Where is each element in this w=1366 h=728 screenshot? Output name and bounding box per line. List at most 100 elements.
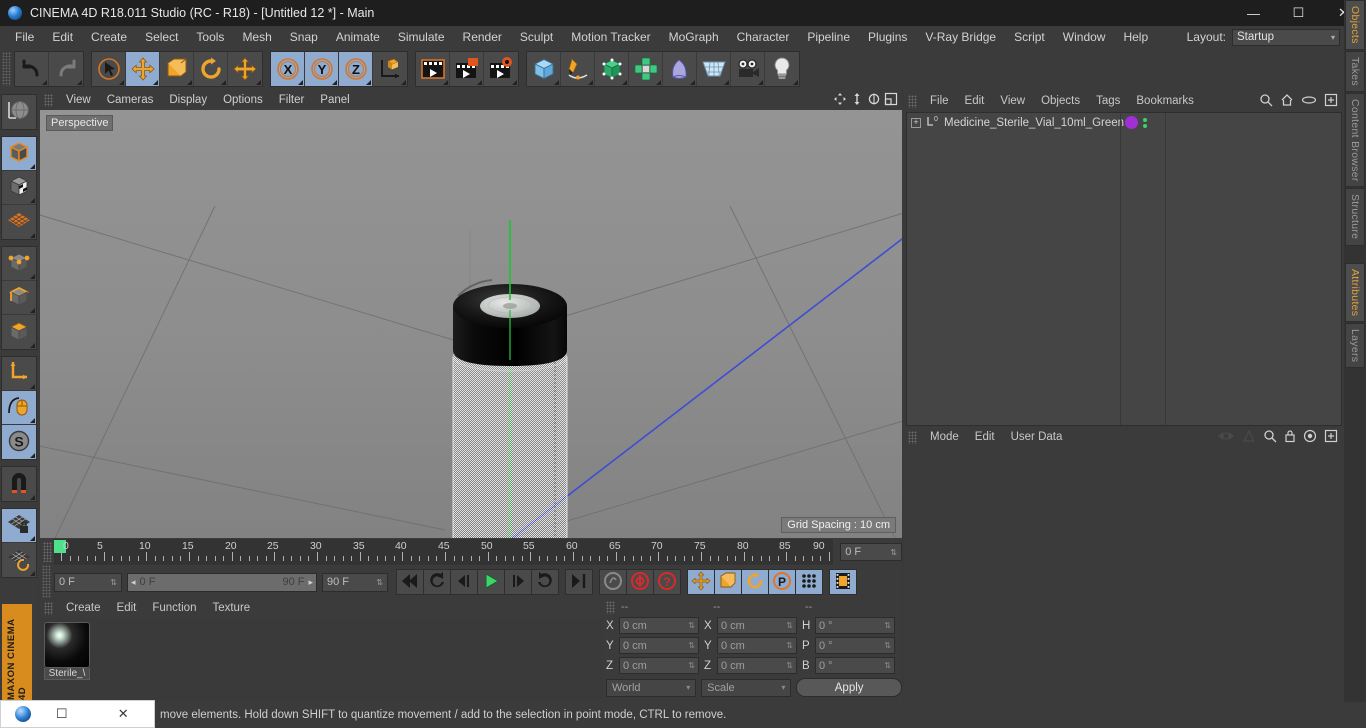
spinner-icon[interactable]: ⇅ [884, 661, 891, 670]
snap-toggle-button[interactable] [2, 467, 36, 501]
scale-button[interactable] [160, 52, 194, 86]
polygons-mode-button[interactable] [2, 315, 36, 349]
maximize-button[interactable]: ☐ [1276, 0, 1321, 26]
menu-item-create[interactable]: Create [82, 28, 136, 46]
move-button[interactable] [126, 52, 160, 86]
menu-item-v-ray-bridge[interactable]: V-Ray Bridge [916, 28, 1005, 46]
vertical-tab-content-browser[interactable]: Content Browser [1345, 92, 1365, 188]
add-deformer-button[interactable] [663, 52, 697, 86]
workplane-lock-button[interactable] [2, 509, 36, 543]
record-pla-button[interactable] [795, 569, 823, 595]
attribute-content[interactable] [906, 448, 1342, 700]
keyframe-selection-button[interactable]: ? [653, 569, 681, 595]
search-icon[interactable] [1259, 93, 1273, 110]
viewport-menu-panel[interactable]: Panel [312, 93, 357, 107]
object-manager-grip[interactable] [908, 94, 917, 108]
menu-item-select[interactable]: Select [136, 28, 187, 46]
render-settings-button[interactable] [484, 52, 518, 86]
menu-item-window[interactable]: Window [1054, 28, 1115, 46]
spinner-icon[interactable]: ⇅ [786, 661, 793, 670]
workplane-mode-button[interactable] [2, 205, 36, 239]
coordinate-field-position-x[interactable]: 0 cm ⇅ [619, 617, 699, 634]
material-preview-sphere[interactable] [44, 622, 90, 668]
autokeying-button[interactable] [626, 569, 654, 595]
attribute-menu-edit[interactable]: Edit [967, 430, 1003, 444]
menu-item-sculpt[interactable]: Sculpt [511, 28, 562, 46]
go-to-start-button[interactable] [396, 569, 424, 595]
viewport-menu-options[interactable]: Options [215, 93, 271, 107]
vertical-tab-structure[interactable]: Structure [1345, 188, 1365, 246]
eye-icon[interactable] [1301, 94, 1317, 109]
object-menu-edit[interactable]: Edit [957, 94, 993, 108]
object-menu-bookmarks[interactable]: Bookmarks [1128, 94, 1202, 108]
spinner-icon[interactable]: ⇅ [890, 548, 897, 557]
maximize-view-icon[interactable] [884, 92, 898, 109]
minimize-button[interactable]: — [1231, 0, 1276, 26]
range-left-arrow-icon[interactable]: ◂ [131, 577, 136, 588]
render-view-button[interactable] [416, 52, 450, 86]
spinner-icon[interactable]: ⇅ [376, 578, 383, 587]
spinner-icon[interactable]: ⇅ [884, 621, 891, 630]
coordinate-mode-dropdown[interactable]: Scale ▾ [701, 678, 792, 697]
next-keyframe-button[interactable] [531, 569, 559, 595]
soft-selection-button[interactable]: S [2, 425, 36, 459]
add-cube-button[interactable] [527, 52, 561, 86]
record-position-button[interactable] [687, 569, 715, 595]
orbit-icon[interactable] [867, 92, 881, 109]
menu-item-animate[interactable]: Animate [327, 28, 389, 46]
live-selection-button[interactable] [92, 52, 126, 86]
menu-item-file[interactable]: File [6, 28, 43, 46]
menu-item-simulate[interactable]: Simulate [389, 28, 454, 46]
object-menu-objects[interactable]: Objects [1033, 94, 1088, 108]
viewport-menu-cameras[interactable]: Cameras [99, 93, 162, 107]
material-item[interactable]: Sterile_\ [44, 622, 90, 680]
enable-tweak-button[interactable] [2, 391, 36, 425]
apply-button[interactable]: Apply [796, 678, 903, 697]
material-menu-create[interactable]: Create [58, 601, 109, 615]
object-axis-button[interactable] [2, 357, 36, 391]
edges-mode-button[interactable] [2, 281, 36, 315]
vertical-tab-attributes[interactable]: Attributes [1345, 262, 1365, 323]
add-camera-button[interactable] [731, 52, 765, 86]
viewport-3d[interactable]: Y Z X Perspective Grid Spacing : 10 cm [40, 110, 902, 538]
render-region-button[interactable] [450, 52, 484, 86]
texture-mode-button[interactable] [2, 171, 36, 205]
viewport-grip[interactable] [44, 93, 53, 107]
vertical-tab-takes[interactable]: Takes [1345, 50, 1365, 92]
home-icon[interactable] [1280, 93, 1294, 110]
attribute-menu-mode[interactable]: Mode [922, 430, 967, 444]
add-mograph-button[interactable] [629, 52, 663, 86]
add-generator-button[interactable] [595, 52, 629, 86]
spinner-icon[interactable]: ⇅ [688, 621, 695, 630]
viewport-menu-filter[interactable]: Filter [271, 93, 313, 107]
coordinate-field-size-x[interactable]: 0 cm ⇅ [717, 617, 797, 634]
menu-item-snap[interactable]: Snap [281, 28, 327, 46]
record-scale-button[interactable] [714, 569, 742, 595]
object-menu-tags[interactable]: Tags [1088, 94, 1128, 108]
visibility-dots-icon[interactable] [1143, 117, 1147, 128]
vertical-tab-layers[interactable]: Layers [1345, 323, 1365, 369]
overlay-restore-button[interactable]: ☐ [31, 706, 93, 722]
spinner-icon[interactable]: ⇅ [688, 641, 695, 650]
expand-toggle[interactable]: + [911, 117, 921, 128]
redo-button[interactable] [49, 52, 83, 86]
viewport-menu-display[interactable]: Display [161, 93, 215, 107]
material-list[interactable]: Sterile_\ [40, 618, 602, 702]
material-menu-edit[interactable]: Edit [109, 601, 145, 615]
add-environment-button[interactable] [697, 52, 731, 86]
add-light-button[interactable] [765, 52, 799, 86]
step-forward-button[interactable] [504, 569, 532, 595]
pin-icon[interactable] [1303, 429, 1317, 446]
menu-item-character[interactable]: Character [728, 28, 799, 46]
object-tree[interactable]: + 0 Medicine_Sterile_Vial_10ml_Green [906, 112, 1342, 426]
next-attr-icon[interactable] [1242, 429, 1256, 445]
coordinate-field-rotation-b[interactable]: 0 ° ⇅ [815, 657, 895, 674]
rotate-button[interactable] [194, 52, 228, 86]
coordinate-field-rotation-p[interactable]: 0 ° ⇅ [815, 637, 895, 654]
record-param-button[interactable]: P [768, 569, 796, 595]
overlay-close-button[interactable]: ✕ [93, 706, 155, 722]
lock-x-button[interactable]: X [271, 52, 305, 86]
spinner-icon[interactable]: ⇅ [786, 641, 793, 650]
timeline-grip[interactable] [43, 542, 52, 562]
transport-grip[interactable] [42, 565, 51, 599]
